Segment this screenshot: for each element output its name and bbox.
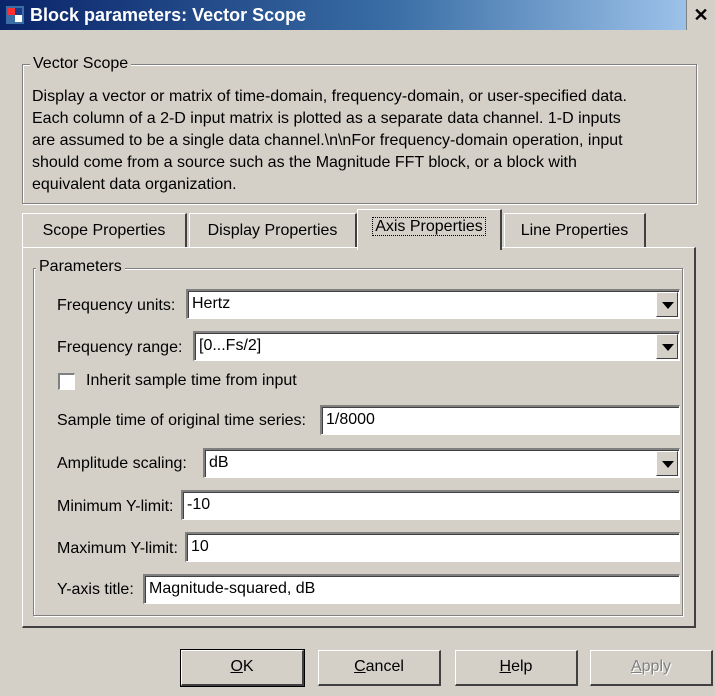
yaxis-title-field[interactable]: Magnitude-squared, dB (143, 574, 680, 604)
inherit-sample-time-label: Inherit sample time from input (86, 372, 297, 389)
title-bar: Block parameters: Vector Scope ✕ (0, 0, 715, 30)
frequency-units-value: Hertz (192, 295, 231, 312)
amplitude-scaling-value: dB (209, 454, 229, 471)
frequency-units-label: Frequency units: (57, 297, 176, 314)
simulink-block-icon (6, 6, 24, 24)
tab-display-properties[interactable]: Display Properties (189, 213, 357, 247)
cancel-button[interactable]: Cancel (318, 650, 441, 686)
description-line: equivalent data organization. (32, 176, 237, 193)
max-ylimit-label: Maximum Y-limit: (57, 540, 178, 557)
apply-button[interactable]: Apply (590, 650, 713, 686)
chevron-down-icon[interactable] (656, 334, 678, 359)
tab-line-properties[interactable]: Line Properties (504, 213, 646, 247)
parameters-group (33, 268, 683, 616)
amplitude-scaling-label: Amplitude scaling: (57, 455, 187, 472)
axis-properties-panel: Parameters Frequency units: Hertz Freque… (22, 247, 696, 628)
amplitude-scaling-select[interactable]: dB (203, 448, 680, 478)
description-line: Display a vector or matrix of time-domai… (32, 88, 627, 105)
help-button[interactable]: Help (455, 650, 578, 686)
tab-axis-properties[interactable]: Axis Properties (357, 209, 502, 250)
frequency-units-select[interactable]: Hertz (186, 289, 680, 319)
close-icon: ✕ (693, 5, 709, 25)
inherit-sample-time-checkbox[interactable] (58, 373, 75, 390)
description-line: are assumed to be a single data channel.… (32, 132, 623, 149)
chevron-down-icon[interactable] (656, 292, 678, 317)
frequency-range-label: Frequency range: (57, 339, 183, 356)
max-ylimit-field[interactable]: 10 (185, 532, 680, 562)
sample-time-field[interactable]: 1/8000 (320, 405, 680, 435)
frequency-range-select[interactable]: [0...Fs/2] (193, 331, 680, 361)
chevron-down-icon[interactable] (656, 451, 678, 476)
window-title: Block parameters: Vector Scope (30, 5, 307, 25)
block-group-title: Vector Scope (30, 55, 132, 73)
block-description: Display a vector or matrix of time-domai… (32, 86, 698, 196)
ok-button[interactable]: OK (180, 649, 305, 687)
tab-scope-properties[interactable]: Scope Properties (22, 213, 187, 247)
sample-time-label: Sample time of original time series: (57, 412, 306, 429)
frequency-range-value: [0...Fs/2] (199, 337, 262, 354)
yaxis-title-label: Y-axis title: (57, 581, 134, 598)
parameters-group-title: Parameters (36, 258, 125, 276)
description-line: should come from a source such as the Ma… (32, 154, 577, 171)
min-ylimit-label: Minimum Y-limit: (57, 498, 174, 515)
min-ylimit-field[interactable]: -10 (181, 490, 680, 520)
close-button[interactable]: ✕ (686, 0, 715, 30)
description-line: Each column of a 2-D input matrix is plo… (32, 110, 621, 127)
